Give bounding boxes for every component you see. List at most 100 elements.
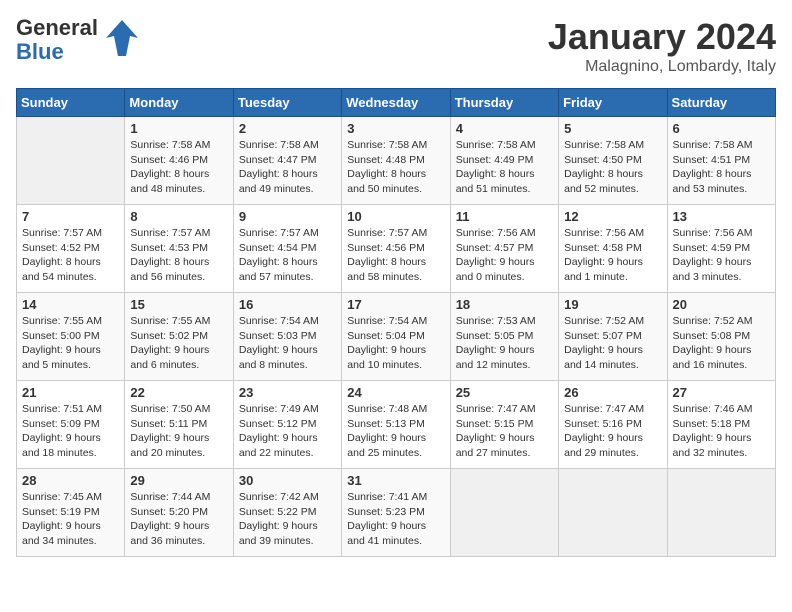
day-info: Sunrise: 7:41 AM Sunset: 5:23 PM Dayligh… — [347, 490, 444, 549]
day-info: Sunrise: 7:52 AM Sunset: 5:07 PM Dayligh… — [564, 314, 661, 373]
day-number: 24 — [347, 385, 444, 400]
day-cell: 5 Sunrise: 7:58 AM Sunset: 4:50 PM Dayli… — [559, 117, 667, 205]
sunrise-text: Sunrise: 7:58 AM — [239, 138, 336, 153]
month-title: January 2024 — [548, 16, 776, 58]
daylight-text: Daylight: 9 hours and 36 minutes. — [130, 519, 227, 548]
page-header: General Blue January 2024 Malagnino, Lom… — [16, 16, 776, 76]
header-row: Sunday Monday Tuesday Wednesday Thursday… — [17, 89, 776, 117]
sunrise-text: Sunrise: 7:56 AM — [456, 226, 553, 241]
day-info: Sunrise: 7:58 AM Sunset: 4:51 PM Dayligh… — [673, 138, 770, 197]
daylight-text: Daylight: 8 hours and 52 minutes. — [564, 167, 661, 196]
sunrise-text: Sunrise: 7:58 AM — [130, 138, 227, 153]
day-number: 11 — [456, 209, 553, 224]
day-number: 12 — [564, 209, 661, 224]
day-info: Sunrise: 7:55 AM Sunset: 5:00 PM Dayligh… — [22, 314, 119, 373]
sunset-text: Sunset: 5:12 PM — [239, 417, 336, 432]
sunset-text: Sunset: 5:15 PM — [456, 417, 553, 432]
week-row-5: 28 Sunrise: 7:45 AM Sunset: 5:19 PM Dayl… — [17, 469, 776, 557]
sunrise-text: Sunrise: 7:56 AM — [564, 226, 661, 241]
day-number: 4 — [456, 121, 553, 136]
day-cell: 23 Sunrise: 7:49 AM Sunset: 5:12 PM Dayl… — [233, 381, 341, 469]
sunset-text: Sunset: 5:22 PM — [239, 505, 336, 520]
daylight-text: Daylight: 8 hours and 48 minutes. — [130, 167, 227, 196]
col-header-saturday: Saturday — [667, 89, 775, 117]
day-info: Sunrise: 7:58 AM Sunset: 4:48 PM Dayligh… — [347, 138, 444, 197]
daylight-text: Daylight: 9 hours and 39 minutes. — [239, 519, 336, 548]
day-cell: 19 Sunrise: 7:52 AM Sunset: 5:07 PM Dayl… — [559, 293, 667, 381]
sunrise-text: Sunrise: 7:53 AM — [456, 314, 553, 329]
day-cell: 10 Sunrise: 7:57 AM Sunset: 4:56 PM Dayl… — [342, 205, 450, 293]
sunset-text: Sunset: 4:56 PM — [347, 241, 444, 256]
col-header-tuesday: Tuesday — [233, 89, 341, 117]
day-number: 22 — [130, 385, 227, 400]
day-info: Sunrise: 7:52 AM Sunset: 5:08 PM Dayligh… — [673, 314, 770, 373]
daylight-text: Daylight: 9 hours and 32 minutes. — [673, 431, 770, 460]
sunset-text: Sunset: 5:11 PM — [130, 417, 227, 432]
daylight-text: Daylight: 9 hours and 6 minutes. — [130, 343, 227, 372]
sunrise-text: Sunrise: 7:41 AM — [347, 490, 444, 505]
day-cell: 30 Sunrise: 7:42 AM Sunset: 5:22 PM Dayl… — [233, 469, 341, 557]
sunset-text: Sunset: 4:59 PM — [673, 241, 770, 256]
sunset-text: Sunset: 4:50 PM — [564, 153, 661, 168]
sunrise-text: Sunrise: 7:47 AM — [456, 402, 553, 417]
daylight-text: Daylight: 9 hours and 18 minutes. — [22, 431, 119, 460]
day-info: Sunrise: 7:49 AM Sunset: 5:12 PM Dayligh… — [239, 402, 336, 461]
day-info: Sunrise: 7:58 AM Sunset: 4:50 PM Dayligh… — [564, 138, 661, 197]
day-number: 28 — [22, 473, 119, 488]
day-number: 7 — [22, 209, 119, 224]
sunrise-text: Sunrise: 7:42 AM — [239, 490, 336, 505]
day-cell: 21 Sunrise: 7:51 AM Sunset: 5:09 PM Dayl… — [17, 381, 125, 469]
daylight-text: Daylight: 9 hours and 8 minutes. — [239, 343, 336, 372]
sunset-text: Sunset: 4:47 PM — [239, 153, 336, 168]
day-info: Sunrise: 7:57 AM Sunset: 4:53 PM Dayligh… — [130, 226, 227, 285]
sunset-text: Sunset: 5:09 PM — [22, 417, 119, 432]
sunrise-text: Sunrise: 7:55 AM — [22, 314, 119, 329]
day-info: Sunrise: 7:57 AM Sunset: 4:56 PM Dayligh… — [347, 226, 444, 285]
sunrise-text: Sunrise: 7:52 AM — [564, 314, 661, 329]
sunrise-text: Sunrise: 7:56 AM — [673, 226, 770, 241]
calendar-table: Sunday Monday Tuesday Wednesday Thursday… — [16, 88, 776, 557]
sunrise-text: Sunrise: 7:52 AM — [673, 314, 770, 329]
sunrise-text: Sunrise: 7:47 AM — [564, 402, 661, 417]
day-cell: 28 Sunrise: 7:45 AM Sunset: 5:19 PM Dayl… — [17, 469, 125, 557]
col-header-thursday: Thursday — [450, 89, 558, 117]
sunrise-text: Sunrise: 7:58 AM — [673, 138, 770, 153]
title-block: January 2024 Malagnino, Lombardy, Italy — [548, 16, 776, 76]
daylight-text: Daylight: 8 hours and 57 minutes. — [239, 255, 336, 284]
day-cell: 12 Sunrise: 7:56 AM Sunset: 4:58 PM Dayl… — [559, 205, 667, 293]
location-subtitle: Malagnino, Lombardy, Italy — [548, 58, 776, 76]
day-info: Sunrise: 7:58 AM Sunset: 4:46 PM Dayligh… — [130, 138, 227, 197]
day-info: Sunrise: 7:53 AM Sunset: 5:05 PM Dayligh… — [456, 314, 553, 373]
day-cell: 18 Sunrise: 7:53 AM Sunset: 5:05 PM Dayl… — [450, 293, 558, 381]
daylight-text: Daylight: 8 hours and 49 minutes. — [239, 167, 336, 196]
day-cell — [667, 469, 775, 557]
daylight-text: Daylight: 8 hours and 53 minutes. — [673, 167, 770, 196]
daylight-text: Daylight: 8 hours and 50 minutes. — [347, 167, 444, 196]
daylight-text: Daylight: 9 hours and 41 minutes. — [347, 519, 444, 548]
sunset-text: Sunset: 5:19 PM — [22, 505, 119, 520]
sunrise-text: Sunrise: 7:44 AM — [130, 490, 227, 505]
daylight-text: Daylight: 8 hours and 58 minutes. — [347, 255, 444, 284]
day-info: Sunrise: 7:58 AM Sunset: 4:47 PM Dayligh… — [239, 138, 336, 197]
day-cell: 20 Sunrise: 7:52 AM Sunset: 5:08 PM Dayl… — [667, 293, 775, 381]
sunset-text: Sunset: 5:00 PM — [22, 329, 119, 344]
day-info: Sunrise: 7:50 AM Sunset: 5:11 PM Dayligh… — [130, 402, 227, 461]
day-number: 18 — [456, 297, 553, 312]
day-number: 8 — [130, 209, 227, 224]
daylight-text: Daylight: 9 hours and 3 minutes. — [673, 255, 770, 284]
day-info: Sunrise: 7:45 AM Sunset: 5:19 PM Dayligh… — [22, 490, 119, 549]
sunrise-text: Sunrise: 7:57 AM — [130, 226, 227, 241]
day-number: 26 — [564, 385, 661, 400]
daylight-text: Daylight: 9 hours and 5 minutes. — [22, 343, 119, 372]
sunset-text: Sunset: 5:16 PM — [564, 417, 661, 432]
day-cell: 2 Sunrise: 7:58 AM Sunset: 4:47 PM Dayli… — [233, 117, 341, 205]
day-number: 15 — [130, 297, 227, 312]
daylight-text: Daylight: 9 hours and 34 minutes. — [22, 519, 119, 548]
sunset-text: Sunset: 5:04 PM — [347, 329, 444, 344]
day-number: 17 — [347, 297, 444, 312]
day-cell: 3 Sunrise: 7:58 AM Sunset: 4:48 PM Dayli… — [342, 117, 450, 205]
day-number: 21 — [22, 385, 119, 400]
day-cell: 11 Sunrise: 7:56 AM Sunset: 4:57 PM Dayl… — [450, 205, 558, 293]
day-cell: 1 Sunrise: 7:58 AM Sunset: 4:46 PM Dayli… — [125, 117, 233, 205]
sunrise-text: Sunrise: 7:58 AM — [564, 138, 661, 153]
